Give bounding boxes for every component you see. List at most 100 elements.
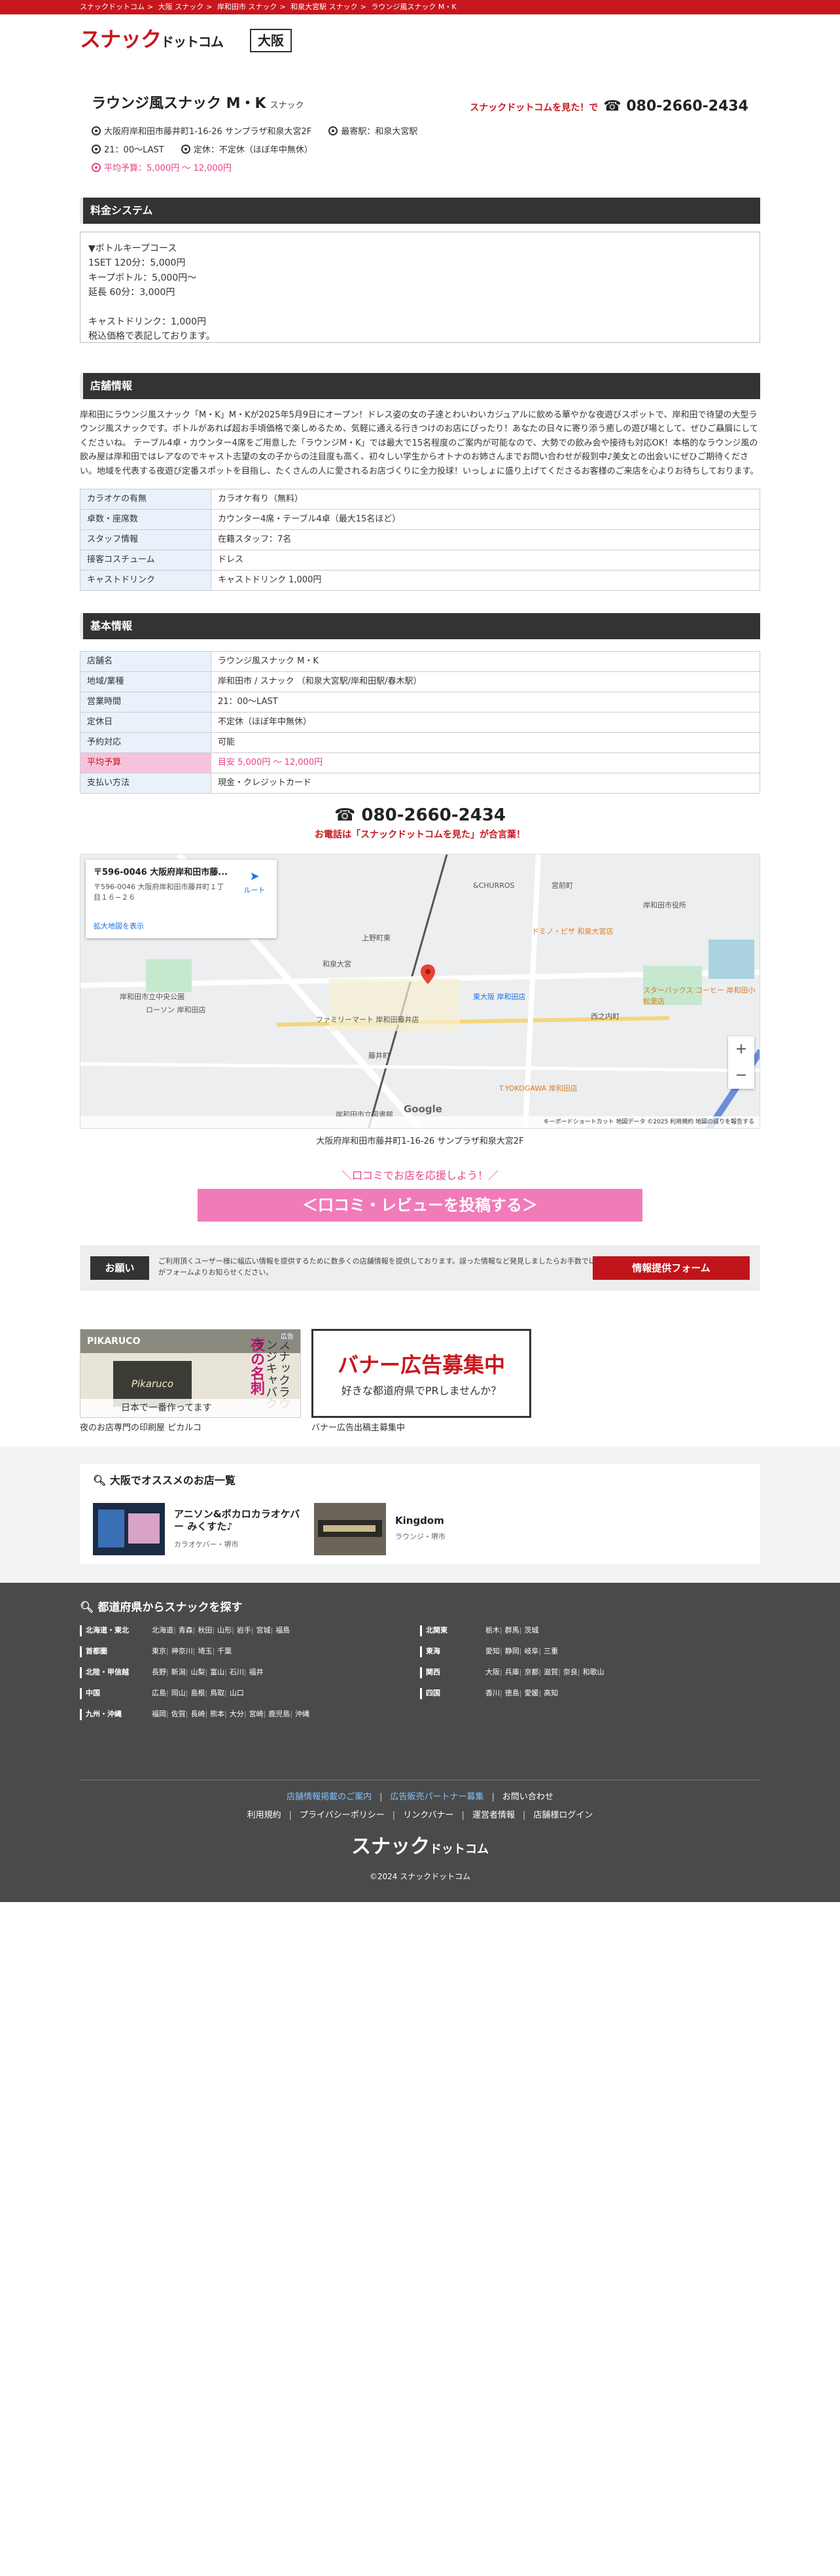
pref-link[interactable]: 長崎 (190, 1710, 205, 1718)
recommend-title: 🔍︎ 大阪でオススメのお店一覧 (93, 1473, 236, 1487)
pref-link[interactable]: 奈良 (563, 1668, 578, 1676)
footer-link[interactable]: 店舗情報掲載のご案内 (287, 1792, 372, 1802)
pref-link[interactable]: 鳥取 (210, 1689, 224, 1697)
pref-link[interactable]: 秋田 (198, 1626, 212, 1634)
footer-link[interactable]: 運営者情報 (472, 1810, 515, 1820)
pref-link[interactable]: 山梨 (190, 1668, 205, 1676)
phone-link[interactable]: ☎ 080-2660-2434 (80, 803, 760, 828)
pref-link[interactable]: 茨城 (524, 1626, 538, 1634)
footer-link[interactable]: プライバシーポリシー (300, 1810, 385, 1820)
footer-logo[interactable]: スナックドットコム (80, 1832, 760, 1861)
pref-link[interactable]: 熊本 (210, 1710, 224, 1718)
map-label: 西之内町 (591, 1012, 620, 1021)
pref-link[interactable]: 岐阜 (524, 1647, 538, 1655)
section-title: 店舗情報 (80, 373, 760, 399)
breadcrumb: スナックドットコム > 大阪 スナック > 岸和田市 スナック > 和泉大宮駅 スナッ… (80, 3, 457, 11)
top-bar: スナックドットコム > 大阪 スナック > 岸和田市 スナック > 和泉大宮駅 スナッ… (0, 0, 840, 14)
breadcrumb-link[interactable]: 岸和田市 スナック (217, 3, 277, 11)
table-row: 卓数・座席数 カウンター4席・テーブル4卓（最大15名ほど） (80, 509, 760, 531)
pref-link[interactable]: 群馬 (505, 1626, 519, 1634)
breadcrumb-link[interactable]: 大阪 スナック (158, 3, 204, 11)
pref-link[interactable]: 東京 (152, 1647, 166, 1655)
pref-link[interactable]: 栃木 (485, 1626, 500, 1634)
route-button[interactable]: ➤ ルート (241, 868, 268, 896)
phone-link[interactable]: ☎ 080-2660-2434 (603, 98, 748, 115)
price-box: ▼ボトルキープコース 1SET 120分：5,000円 キープボトル：5,000… (80, 232, 760, 343)
pref-link[interactable]: 山形 (217, 1626, 232, 1634)
pref-row: 九州・沖縄 福岡| 佐賀| 長崎| 熊本| 大分| 宮崎| 鹿児島| 沖縄 (80, 1709, 420, 1730)
pref-link[interactable]: 兵庫 (505, 1668, 519, 1676)
pref-link[interactable]: 香川 (485, 1689, 500, 1697)
pref-link[interactable]: 和歌山 (583, 1668, 604, 1676)
recommend-item[interactable]: Kingdom ラウンジ・堺市 (314, 1502, 530, 1555)
table-row: 営業時間 21：00〜LAST (80, 692, 760, 713)
info-form-button[interactable]: 情報提供フォーム (593, 1256, 750, 1280)
map-label: 東大阪 岸和田店 (473, 993, 526, 1002)
map-label: ローソン 岸和田店 (146, 1006, 206, 1015)
pref-link[interactable]: 岩手 (237, 1626, 251, 1634)
breadcrumb-link[interactable]: 和泉大宮駅 スナック (290, 3, 358, 11)
review-lead: ＼口コミでお店を応援しよう！／ (341, 1169, 499, 1182)
banner-ad-recruit[interactable]: バナー広告募集中 好きな都道府県でPRしませんか？ (311, 1328, 531, 1418)
recommend-item[interactable]: アニソン&ボカロカラオケバー みくすた♪ カラオケバー・堺市 (93, 1502, 309, 1555)
pref-link[interactable]: 鹿児島 (268, 1710, 290, 1718)
pref-link[interactable]: 福島 (275, 1626, 290, 1634)
pref-link[interactable]: 大分 (230, 1710, 244, 1718)
pref-link[interactable]: 大阪 (485, 1668, 500, 1676)
table-row: キャストドリンク キャストドリンク 1,000円 (80, 570, 760, 591)
site-logo[interactable]: スナックドットコム (80, 24, 224, 55)
pref-link[interactable]: 佐賀 (171, 1710, 186, 1718)
shop-header: ラウンジ風スナック M・K スナック スナックドットコムを見た！で ☎ 080-26… (80, 60, 760, 198)
pref-link[interactable]: 福岡 (152, 1710, 166, 1718)
pref-row: 首都圏 東京| 神奈川| 埼玉| 千葉 (80, 1646, 420, 1667)
footer-link[interactable]: 店舗様ログイン (533, 1810, 593, 1820)
pref-link[interactable]: 愛知 (485, 1647, 500, 1655)
map-label: 岸和田市立中央公園 (120, 993, 184, 1002)
pref-link[interactable]: 埼玉 (198, 1647, 212, 1655)
pref-link[interactable]: 沖縄 (295, 1710, 309, 1718)
pref-link[interactable]: 新潟 (171, 1668, 186, 1676)
price-line: キープボトル：5,000円〜 (88, 272, 197, 283)
post-review-button[interactable]: ＜口コミ・レビューを投稿する＞ (198, 1188, 642, 1222)
pref-link[interactable]: 愛媛 (524, 1689, 538, 1697)
pref-link[interactable]: 青森 (179, 1626, 193, 1634)
pref-link[interactable]: 千葉 (217, 1647, 232, 1655)
pref-link[interactable]: 高知 (544, 1689, 558, 1697)
footer-links-secondary: 利用規約 | プライバシーポリシー | リンクバナー | 運営者情報 | 店舗様ログイン (247, 1810, 593, 1820)
pref-link[interactable]: 島根 (190, 1689, 205, 1697)
price-section: 料金システム ▼ボトルキープコース 1SET 120分：5,000円 キープボト… (80, 198, 760, 343)
pref-link[interactable]: 神奈川 (171, 1647, 193, 1655)
map-label: スターバックス コーヒー 岸和田小松里店 (643, 986, 756, 1006)
footer-link[interactable]: お問い合わせ (502, 1792, 553, 1802)
pref-link[interactable]: 山口 (230, 1689, 244, 1697)
zoom-in-button[interactable]: + (728, 1036, 754, 1063)
pref-link[interactable]: 福井 (249, 1668, 264, 1676)
zoom-out-button[interactable]: − (728, 1063, 754, 1089)
map-label: ファミリーマート 岸和田藤井店 (316, 1015, 419, 1025)
pref-link[interactable]: 滋賀 (544, 1668, 558, 1676)
pref-link[interactable]: 宮崎 (249, 1710, 264, 1718)
pref-row: 北陸・甲信越 長野| 新潟| 山梨| 富山| 石川| 福井 (80, 1667, 420, 1688)
footer-link[interactable]: リンクバナー (403, 1810, 453, 1820)
pref-link[interactable]: 岡山 (171, 1689, 186, 1697)
pref-link[interactable]: 三重 (544, 1647, 558, 1655)
pref-link[interactable]: 宮城 (256, 1626, 271, 1634)
budget-row: 平均予算：5,000円 〜 12,000円 (92, 162, 232, 175)
pref-link[interactable]: 富山 (210, 1668, 224, 1676)
pref-link[interactable]: 京都 (524, 1668, 538, 1676)
pref-link[interactable]: 静岡 (505, 1647, 519, 1655)
price-line: 1SET 120分：5,000円 (88, 258, 186, 269)
pref-link[interactable]: 石川 (230, 1668, 244, 1676)
pref-link[interactable]: 北海道 (152, 1626, 173, 1634)
banner-pikaruco[interactable]: PIKARUCO 夜の名刺 スナックラウンジキャバクラ Pikaruco 日本で… (80, 1328, 301, 1418)
map-label: 和泉大宮 (323, 960, 351, 969)
pref-column: 北関東 栃木| 群馬| 茨城 東海 愛知| 静岡| 岐阜| 三重 関西 大阪| 兵庫| 京都|… (420, 1625, 760, 1709)
enlarge-map-link[interactable]: 拡大地図を表示 (94, 921, 144, 932)
map[interactable]: 岸和田市立中央公園 上野町東 和泉大宮 &CHURROS ドミノ・ピザ 和泉大宮… (80, 854, 760, 1129)
pref-link[interactable]: 広島 (152, 1689, 166, 1697)
breadcrumb-link[interactable]: スナックドットコム (80, 3, 145, 11)
pref-link[interactable]: 徳島 (505, 1689, 519, 1697)
footer-link[interactable]: 広告販売パートナー募集 (390, 1792, 483, 1802)
footer-link[interactable]: 利用規約 (247, 1810, 281, 1820)
pref-link[interactable]: 長野 (152, 1668, 166, 1676)
